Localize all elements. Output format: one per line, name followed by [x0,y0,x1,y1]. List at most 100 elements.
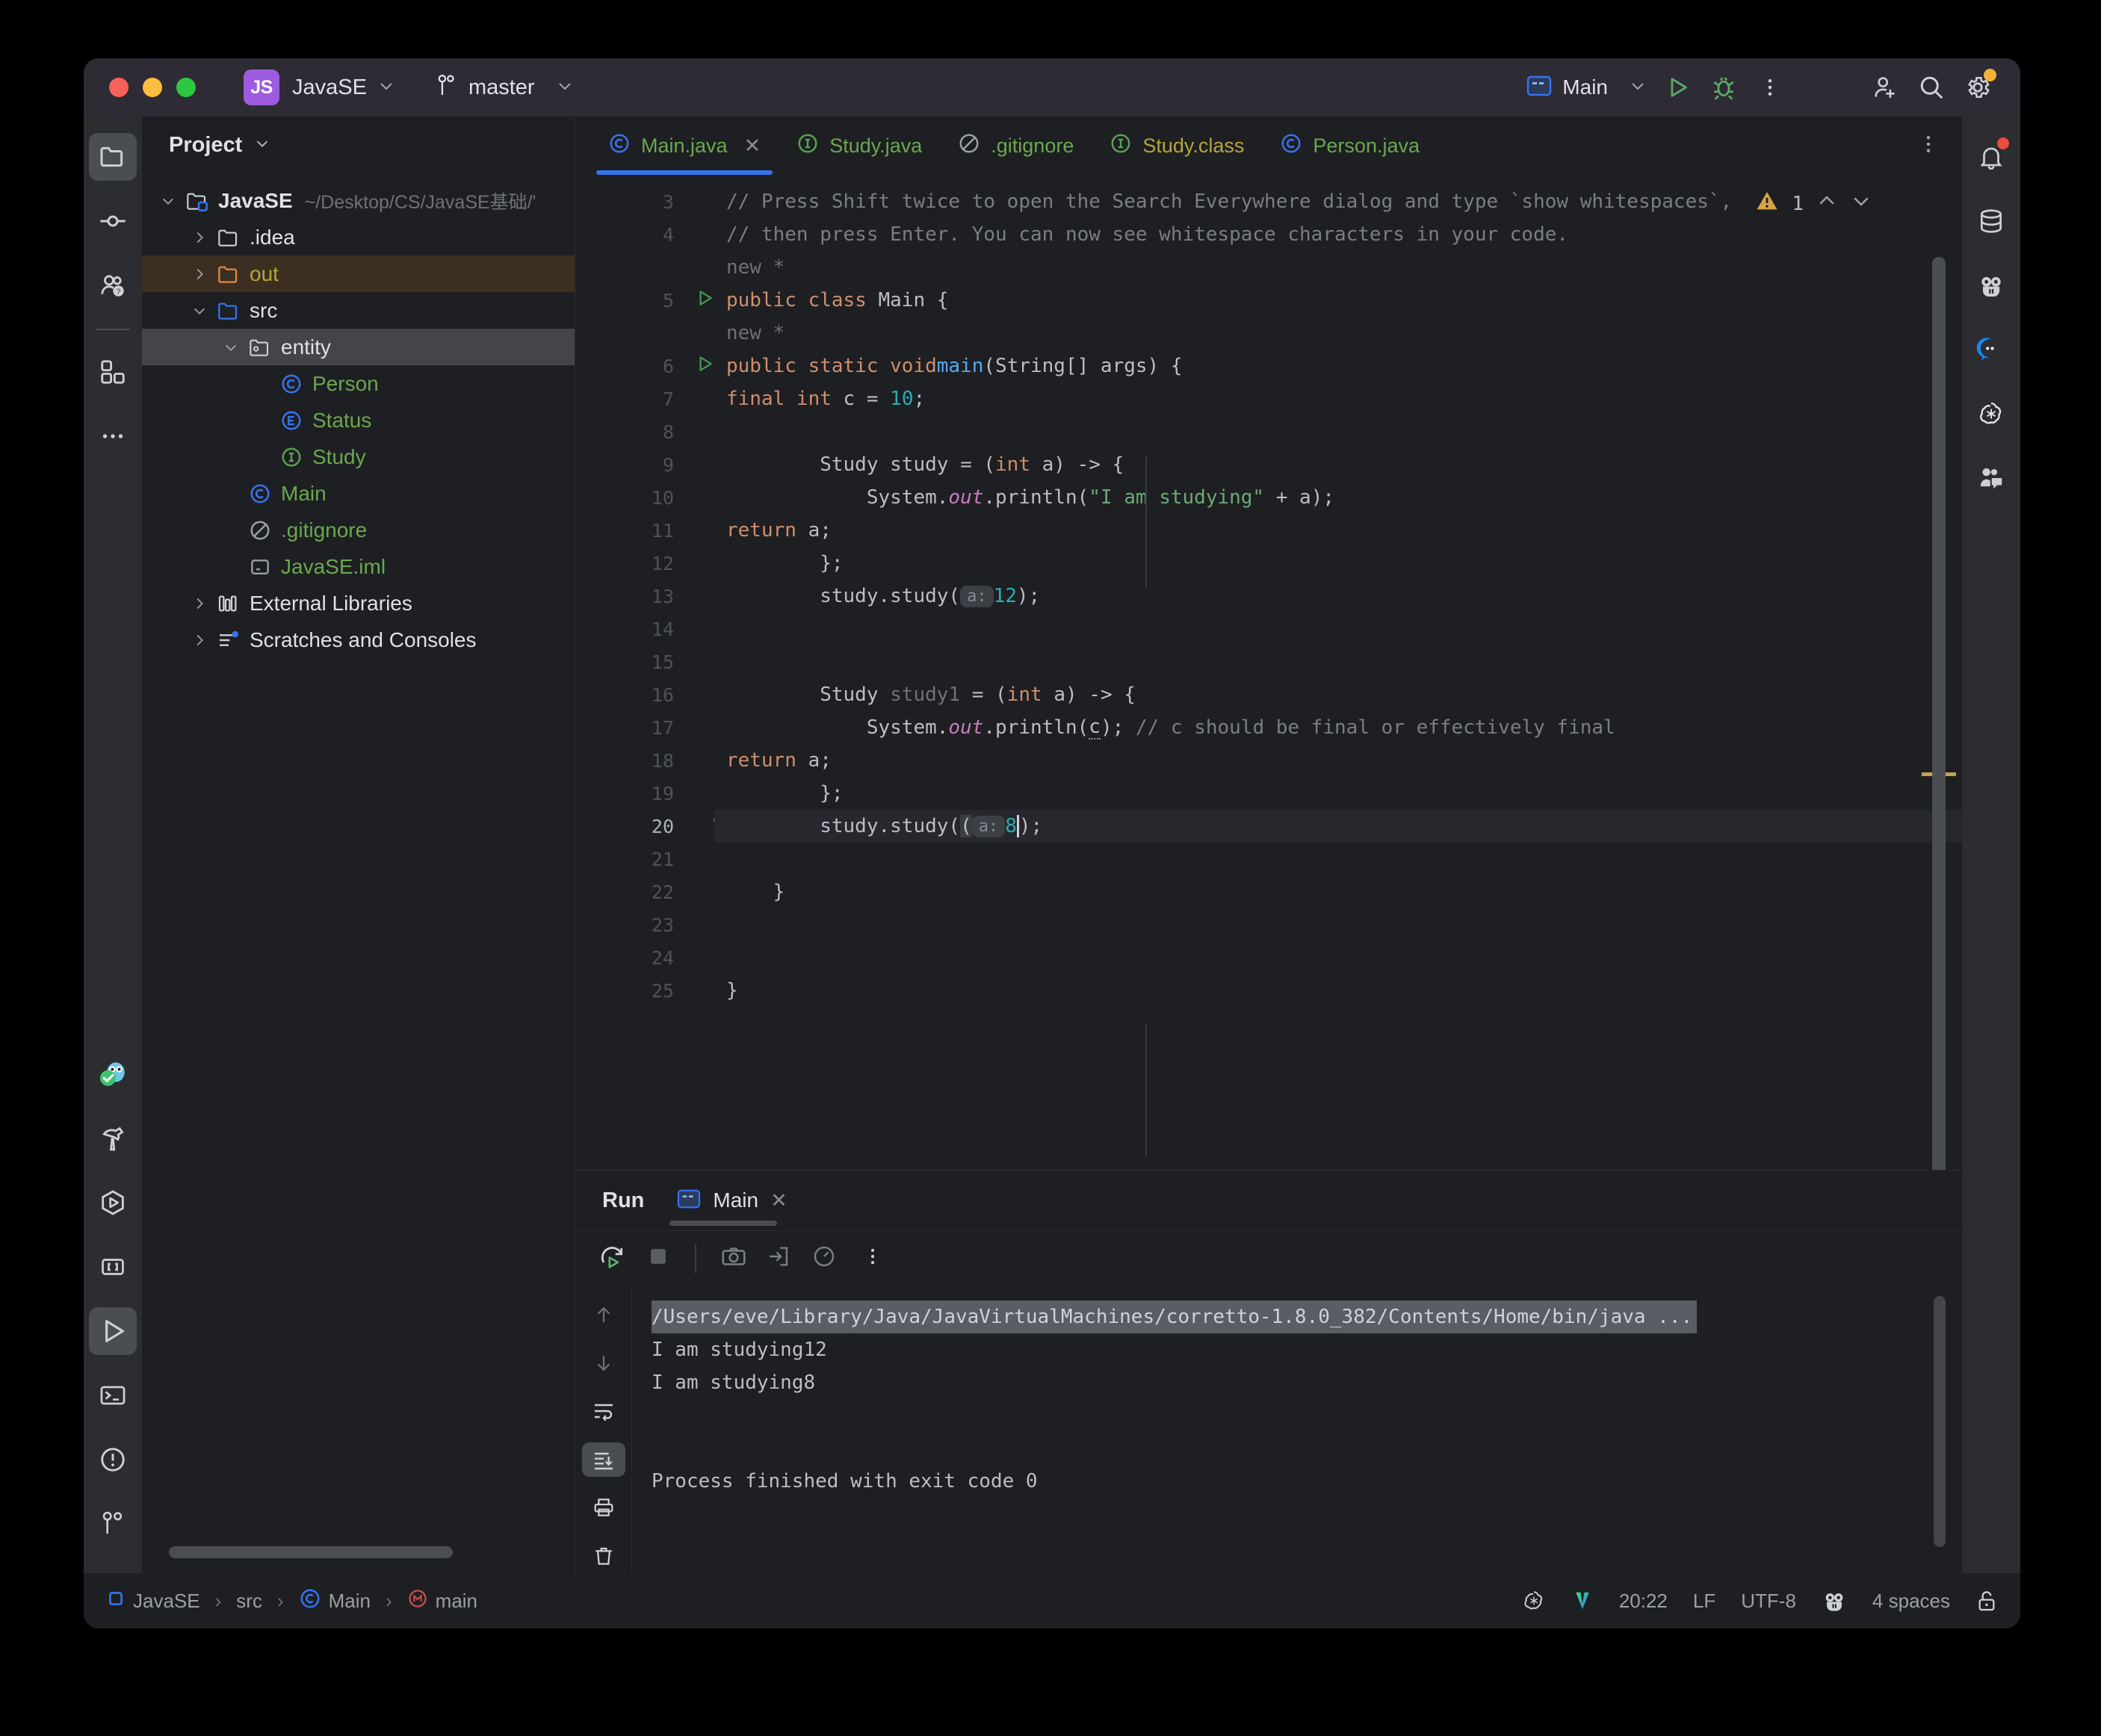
chevron-down-icon[interactable] [377,77,395,99]
status-line-separator[interactable]: LF [1693,1590,1715,1613]
scroll-down-icon[interactable] [582,1346,625,1381]
sidebar-item-problems[interactable] [89,1436,137,1484]
gutter-run-icon[interactable] [695,288,714,313]
sidebar-item-owl-plugin[interactable] [89,1050,137,1098]
run-tab-main[interactable]: Main ✕ [669,1171,794,1230]
editor-tab-gitignore[interactable]: .gitignore [940,117,1092,175]
console-output[interactable]: /Users/eve/Library/Java/JavaVirtualMachi… [632,1286,1962,1573]
sidebar-item-git[interactable] [89,1500,137,1548]
sidebar-item-run-anything[interactable] [89,1179,137,1227]
vue-icon[interactable] [1571,1590,1594,1612]
code-line-6[interactable]: public static void main (String[] args) { [714,350,1962,382]
code-line-24[interactable] [714,941,1962,974]
chat-icon[interactable] [1967,326,2015,373]
code-line-14[interactable] [714,613,1962,645]
breadcrumb[interactable]: JavaSE › src › Main › main [106,1587,477,1615]
add-user-icon[interactable] [1862,64,1908,111]
print-icon[interactable] [582,1490,625,1525]
code-line-9[interactable]: Study study = (int a) -> { [714,448,1962,481]
editor-tab-mainjava[interactable]: Main.java ✕ [590,117,779,175]
tree-expander[interactable] [187,632,212,648]
prev-problem-icon[interactable] [1816,190,1838,217]
sidebar-item-more[interactable] [89,412,137,460]
editor-code-area[interactable]: // Press Shift twice to open the Search … [714,175,1962,1170]
code-line-10[interactable]: System. out .println("I am studying" + a); [714,481,1962,514]
settings-icon[interactable] [1955,64,2001,111]
database-icon[interactable] [1967,197,2015,245]
editor-tab-studyclass[interactable]: Study.class [1092,117,1262,175]
sidebar-item-ai-assistant[interactable]: ? [89,261,137,309]
status-indent[interactable]: 4 spaces [1872,1590,1950,1613]
tree-item-javaseiml[interactable]: JavaSE.iml [142,548,575,585]
close-icon[interactable]: ✕ [744,134,761,158]
inspection-widget[interactable]: 1 [1754,188,1872,219]
sidebar-item-run[interactable] [89,1307,137,1355]
maximize-window-button[interactable] [176,78,196,97]
tree-expander[interactable] [187,229,212,246]
code-line-19[interactable]: }; [714,777,1962,810]
tree-item-entity[interactable]: entity [142,329,575,365]
code-line-11[interactable]: return a; [714,514,1962,547]
tree-expander[interactable] [187,266,212,282]
code-line-22[interactable]: } [714,875,1962,908]
chevron-down-icon[interactable] [556,77,574,99]
search-icon[interactable] [1908,64,1955,111]
sidebar-item-commit[interactable] [89,197,137,245]
next-problem-icon[interactable] [1850,190,1872,217]
breadcrumb-item-main[interactable]: Main [299,1587,371,1615]
tree-item-idea[interactable]: .idea [142,219,575,255]
tree-item-src[interactable]: src [142,292,575,329]
tree-expander[interactable] [187,303,212,319]
project-tree-hscrollbar[interactable] [169,1546,453,1558]
tree-expander[interactable] [218,339,244,356]
code-inlay-hint[interactable]: new * [714,251,1962,284]
tree-item-status[interactable]: Status [142,402,575,438]
code-line-15[interactable] [714,645,1962,678]
breadcrumb-item-src[interactable]: src [236,1590,262,1613]
code-line-5[interactable]: public class Main { [714,284,1962,317]
soft-wrap-icon[interactable] [582,1394,625,1429]
code-line-18[interactable]: return a; [714,744,1962,777]
codeium-icon[interactable] [1822,1588,1847,1613]
tree-expander[interactable] [155,193,181,209]
profiler-icon[interactable] [811,1244,837,1273]
tree-item-javase[interactable]: JavaSE ~/Desktop/CS/JavaSE基础/' [142,182,575,219]
tree-item-study[interactable]: Study [142,438,575,475]
chevron-down-icon[interactable] [254,135,270,155]
code-line-4[interactable]: // then press Enter. You can now see whi… [714,218,1962,251]
status-encoding[interactable]: UTF-8 [1741,1590,1796,1613]
tree-expander[interactable] [187,595,212,612]
editor-vscrollbar[interactable] [1932,257,1946,1170]
rerun-icon[interactable] [598,1242,626,1274]
breadcrumb-item-main[interactable]: main [407,1588,477,1614]
sidebar-item-brackets[interactable] [89,1243,137,1291]
scroll-to-end-icon[interactable] [581,1442,625,1477]
minimize-window-button[interactable] [143,78,162,97]
code-editor[interactable]: 3 4 5 6 7 8 9 10 11 12 13 14 15 16 17 18 19 20 21 22 23 24 25 … [575,175,1962,1170]
code-line-17[interactable]: System. out .println(c); // c should be fi… [714,711,1962,744]
code-line-21[interactable] [714,843,1962,875]
scroll-up-icon[interactable] [582,1298,625,1333]
gutter-run-icon[interactable] [695,354,714,379]
run-button[interactable] [1654,64,1701,111]
code-line-20[interactable]: study.study((a: 8); [714,810,1962,843]
editor-tabs[interactable]: Main.java ✕ Study.java .gitignore Study.clas… [575,117,1962,175]
breadcrumb-item-javase[interactable]: JavaSE [106,1589,200,1613]
sidebar-item-terminal[interactable] [89,1371,137,1419]
chevron-down-icon[interactable] [1629,77,1647,99]
debug-button[interactable] [1701,64,1747,111]
editor-gutter[interactable]: 3 4 5 6 7 8 9 10 11 12 13 14 15 16 17 18 19 20 21 22 23 24 25 [575,175,725,1170]
close-icon[interactable]: ✕ [770,1189,788,1212]
tree-item-out[interactable]: out [142,255,575,292]
code-line-25[interactable]: } [714,974,1962,1007]
clear-all-icon[interactable] [582,1539,625,1574]
editor-tab-personjava[interactable]: Person.java [1262,117,1438,175]
more-options-button[interactable] [1747,64,1793,111]
code-line-13[interactable]: study.study(a: 12); [714,580,1962,613]
code-line-16[interactable]: Study study1 = (int a) -> { [714,678,1962,711]
lock-icon[interactable] [1975,1589,1998,1613]
status-time[interactable]: 20:22 [1619,1590,1668,1613]
sidebar-item-build[interactable] [89,1115,137,1162]
close-window-button[interactable] [109,78,129,97]
code-line-23[interactable] [714,908,1962,941]
